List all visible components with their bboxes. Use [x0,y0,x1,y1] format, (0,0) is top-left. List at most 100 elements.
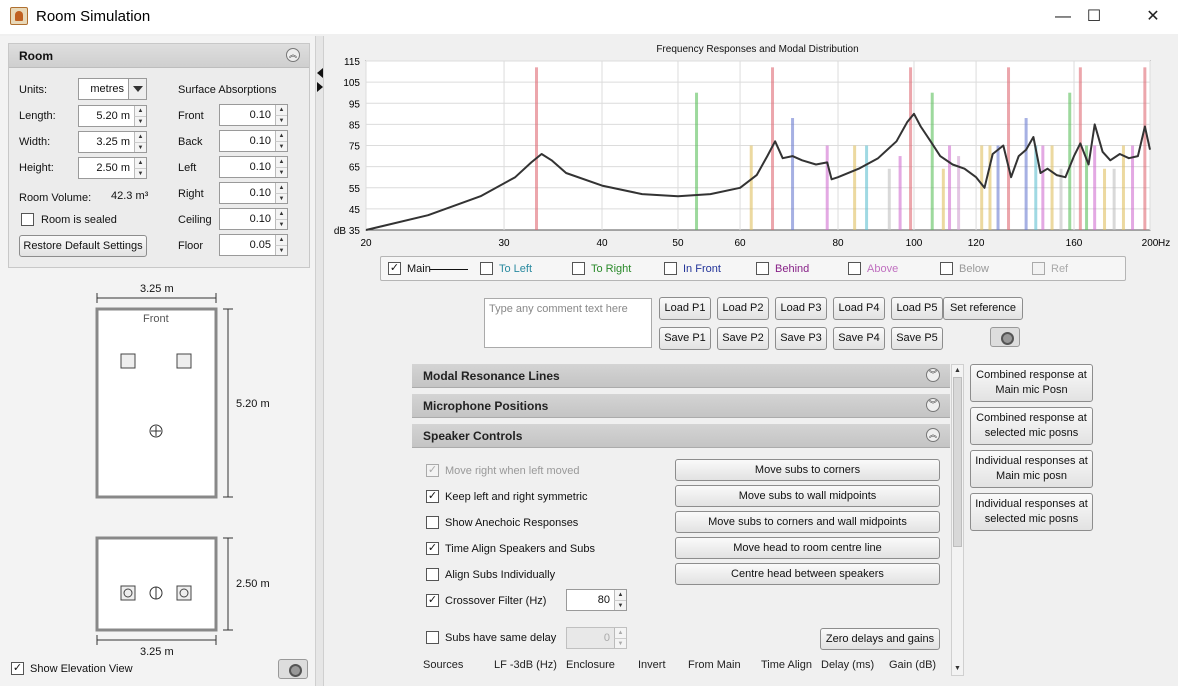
maximize-button[interactable]: ☐ [1071,4,1117,30]
increment-icon[interactable]: ▲ [275,105,287,115]
decrement-icon[interactable]: ▼ [275,115,287,125]
load-preset-1-button[interactable]: Load P1 [659,297,711,320]
increment-icon[interactable]: ▲ [134,106,146,116]
speaker-controls-section-header[interactable]: Speaker Controls ︽ [412,424,950,448]
increment-icon[interactable]: ▲ [134,132,146,142]
modal-resonance-section-header[interactable]: Modal Resonance Lines ︾ [412,364,950,388]
subs-same-delay-checkbox[interactable] [426,631,439,644]
speaker-action-button[interactable]: Move head to room centre line [675,537,940,559]
decrement-icon[interactable]: ▼ [134,168,146,178]
expand-down-icon[interactable]: ︾ [926,398,940,412]
controls-scrollbar[interactable]: ▲ ▼ [951,364,964,676]
camera-icon[interactable] [278,659,308,679]
decrement-icon[interactable]: ▼ [275,167,287,177]
decrement-icon[interactable]: ▼ [275,193,287,203]
decrement-icon[interactable]: ▼ [134,142,146,152]
legend-checkbox[interactable] [756,262,769,275]
save-preset-1-button[interactable]: Save P1 [659,327,711,350]
collapse-up-icon[interactable]: ︽ [926,428,940,442]
scroll-down-icon[interactable]: ▼ [952,663,963,675]
room-panel-header[interactable]: Room ︽ [9,44,309,68]
speaker-action-button[interactable]: Move subs to wall midpoints [675,485,940,507]
length-stepper[interactable]: 5.20 m ▲ ▼ [78,105,147,127]
length-value: 5.20 m [96,110,130,122]
response-view-button[interactable]: Combined response at selected mic posns [970,407,1093,445]
decrement-icon[interactable]: ▼ [275,219,287,229]
speaker-option-checkbox[interactable]: ✓ [426,490,439,503]
absorption-stepper[interactable]: 0.10 ▲ ▼ [219,104,288,126]
load-preset-2-button[interactable]: Load P2 [717,297,769,320]
same-delay-stepper[interactable]: 0 ▲ ▼ [566,627,627,649]
absorption-stepper[interactable]: 0.05 ▲ ▼ [219,234,288,256]
speaker-action-button[interactable]: Move subs to corners and wall midpoints [675,511,940,533]
microphone-positions-section-header[interactable]: Microphone Positions ︾ [412,394,950,418]
scroll-up-icon[interactable]: ▲ [952,365,963,377]
decrement-icon[interactable]: ▼ [275,141,287,151]
speaker-option-checkbox[interactable]: ✓ [426,594,439,607]
increment-icon[interactable]: ▲ [275,157,287,167]
absorption-stepper[interactable]: 0.10 ▲ ▼ [219,130,288,152]
legend-checkbox[interactable] [572,262,585,275]
legend-checkbox[interactable] [848,262,861,275]
speaker-option-checkbox[interactable] [426,516,439,529]
legend-checkbox[interactable] [940,262,953,275]
modal-resonance-line [1093,145,1097,230]
decrement-icon[interactable]: ▼ [614,600,626,610]
save-preset-5-button[interactable]: Save P5 [891,327,943,350]
chevron-down-icon[interactable] [128,79,146,99]
legend-checkbox[interactable] [664,262,677,275]
legend-label: Ref [1051,263,1069,275]
save-preset-2-button[interactable]: Save P2 [717,327,769,350]
camera-icon[interactable] [990,327,1020,347]
panel-splitter[interactable] [316,36,324,686]
save-preset-4-button[interactable]: Save P4 [833,327,885,350]
absorption-label: Right [178,188,204,200]
decrement-icon[interactable]: ▼ [614,638,626,648]
load-preset-3-button[interactable]: Load P3 [775,297,827,320]
speaker-option-checkbox[interactable]: ✓ [426,464,439,477]
crossover-stepper[interactable]: 80 ▲ ▼ [566,589,627,611]
increment-icon[interactable]: ▲ [134,158,146,168]
response-view-button[interactable]: Combined response at Main mic Posn [970,364,1093,402]
increment-icon[interactable]: ▲ [275,183,287,193]
increment-icon[interactable]: ▲ [275,235,287,245]
speaker-action-button[interactable]: Move subs to corners [675,459,940,481]
response-view-button[interactable]: Individual responses at Main mic posn [970,450,1093,488]
modal-resonance-line [1041,145,1045,230]
height-stepper[interactable]: 2.50 m ▲ ▼ [78,157,147,179]
decrement-icon[interactable]: ▼ [134,116,146,126]
response-view-button[interactable]: Individual responses at selected mic pos… [970,493,1093,531]
legend-checkbox[interactable] [1032,262,1045,275]
load-preset-4-button[interactable]: Load P4 [833,297,885,320]
decrement-icon[interactable]: ▼ [275,245,287,255]
comment-input[interactable]: Type any comment text here [484,298,652,348]
collapse-up-icon[interactable]: ︽ [286,48,300,62]
legend-checkbox[interactable]: ✓ [388,262,401,275]
units-select[interactable]: metres [78,78,147,100]
speaker-option-checkbox[interactable] [426,568,439,581]
set-reference-button[interactable]: Set reference [943,297,1023,320]
increment-icon[interactable]: ▲ [614,628,626,638]
increment-icon[interactable]: ▲ [614,590,626,600]
speaker-action-button[interactable]: Centre head between speakers [675,563,940,585]
length-label: Length: [19,110,56,122]
restore-defaults-button[interactable]: Restore Default Settings [19,235,147,257]
speaker-option-checkbox[interactable]: ✓ [426,542,439,555]
increment-icon[interactable]: ▲ [275,209,287,219]
zero-delays-button[interactable]: Zero delays and gains [820,628,940,650]
x-tick-label: 120 [968,238,985,249]
absorption-stepper[interactable]: 0.10 ▲ ▼ [219,208,288,230]
load-preset-5-button[interactable]: Load P5 [891,297,943,320]
scrollbar-thumb[interactable] [953,377,962,547]
show-elevation-checkbox[interactable]: ✓ [11,662,24,675]
absorption-stepper[interactable]: 0.10 ▲ ▼ [219,156,288,178]
expand-down-icon[interactable]: ︾ [926,368,940,382]
modal-resonance-line [909,67,913,231]
increment-icon[interactable]: ▲ [275,131,287,141]
save-preset-3-button[interactable]: Save P3 [775,327,827,350]
room-sealed-checkbox[interactable] [21,213,34,226]
legend-checkbox[interactable] [480,262,493,275]
absorption-stepper[interactable]: 0.10 ▲ ▼ [219,182,288,204]
width-stepper[interactable]: 3.25 m ▲ ▼ [78,131,147,153]
close-button[interactable]: ✕ [1130,4,1176,30]
